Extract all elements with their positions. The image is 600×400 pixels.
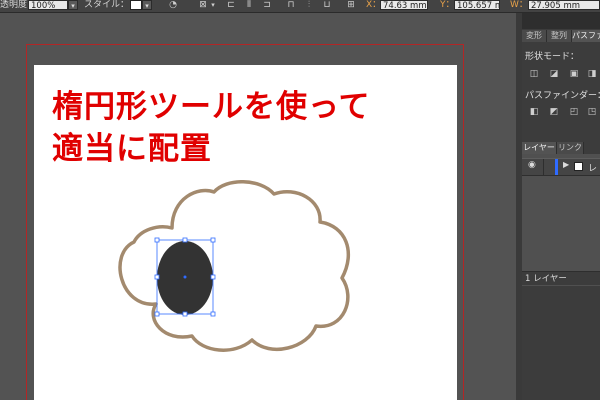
layer-color-marker <box>555 159 558 175</box>
chevron-down-icon[interactable]: ▾ <box>208 0 218 10</box>
trim-icon[interactable]: ◩ <box>548 106 560 118</box>
layer-thumbnail <box>574 162 583 171</box>
align-options-icon[interactable]: ⊠ <box>198 0 208 10</box>
align-center-icon[interactable]: ⫴ <box>244 0 254 10</box>
exclude-icon[interactable]: ◨ <box>586 68 598 80</box>
cloud-shape[interactable] <box>118 180 351 352</box>
opacity-field[interactable]: 100% <box>28 0 68 10</box>
panel-tabs: 変形 整列 パスファ <box>522 30 600 42</box>
crop-icon[interactable]: ◳ <box>586 106 598 118</box>
w-label: W： <box>510 0 528 10</box>
center-point <box>183 275 187 279</box>
pathfinder-title: パスファインダー： <box>525 91 600 101</box>
layer-divider <box>543 159 544 175</box>
minus-front-icon[interactable]: ◪ <box>548 68 560 80</box>
layers-panel-tabs: レイヤー リンク <box>522 142 600 154</box>
tab-align[interactable]: 整列 <box>547 30 572 42</box>
eye-icon[interactable]: ◉ <box>528 160 536 170</box>
recolor-icon[interactable]: ◔ <box>168 0 178 10</box>
intersect-icon[interactable]: ▣ <box>568 68 580 80</box>
tab-layers[interactable]: レイヤー <box>522 142 557 154</box>
layer-name[interactable]: レ <box>588 161 597 174</box>
align-top-icon[interactable]: ⊓ <box>286 0 296 10</box>
align-right-icon[interactable]: ⊐ <box>262 0 272 10</box>
x-label: X： <box>366 0 382 10</box>
y-label: Y： <box>440 0 455 10</box>
panel-dock-header <box>522 13 600 29</box>
align-middle-icon[interactable]: ⫶ <box>304 0 314 10</box>
style-swatch[interactable] <box>130 0 142 10</box>
tab-pathfinder[interactable]: パスファ <box>572 30 600 42</box>
cloud-illustration <box>118 180 351 352</box>
layers-panel: レイヤー リンク ◉ ▶ レ <box>522 142 600 286</box>
opacity-dropdown-caret[interactable]: ▾ <box>68 0 78 10</box>
divide-icon[interactable]: ◧ <box>528 106 540 118</box>
tab-links[interactable]: リンク <box>557 142 584 154</box>
unite-icon[interactable]: ◫ <box>528 68 540 80</box>
heading-line-1: 楕円形ツールを使って <box>52 89 371 125</box>
align-bottom-icon[interactable]: ⊔ <box>322 0 332 10</box>
merge-icon[interactable]: ◰ <box>568 106 580 118</box>
layer-count: 1 レイヤー <box>522 271 600 285</box>
x-coordinate-field[interactable]: 74.63 mm <box>380 0 428 10</box>
tab-transform[interactable]: 変形 <box>522 30 547 42</box>
shape-modes-title: 形状モード： <box>525 52 580 62</box>
instruction-heading: 楕円形ツールを使って 適当に配置 <box>52 86 370 170</box>
control-bar: 透明度： 100% ▾ スタイル： ▾ ◔ ⊠ ▾ ⊏ ⫴ ⊐ ⊓ ⫶ ⊔ ⊞ … <box>0 0 600 13</box>
right-panel-dock: 変形 整列 パスファ 形状モード： ◫ ◪ ▣ ◨ パスファインダー： ◧ ◩ … <box>522 13 600 400</box>
align-left-icon[interactable]: ⊏ <box>226 0 236 10</box>
style-dropdown-caret[interactable]: ▾ <box>142 0 152 10</box>
y-coordinate-field[interactable]: 105.657 m <box>454 0 500 10</box>
expand-triangle-icon[interactable]: ▶ <box>563 160 569 169</box>
style-label: スタイル： <box>84 0 130 10</box>
width-field[interactable]: 27.905 mm <box>528 0 600 10</box>
transform-grid-icon[interactable]: ⊞ <box>346 0 356 10</box>
layer-row[interactable]: ◉ ▶ レ <box>522 158 600 176</box>
heading-line-2: 適当に配置 <box>52 131 212 167</box>
